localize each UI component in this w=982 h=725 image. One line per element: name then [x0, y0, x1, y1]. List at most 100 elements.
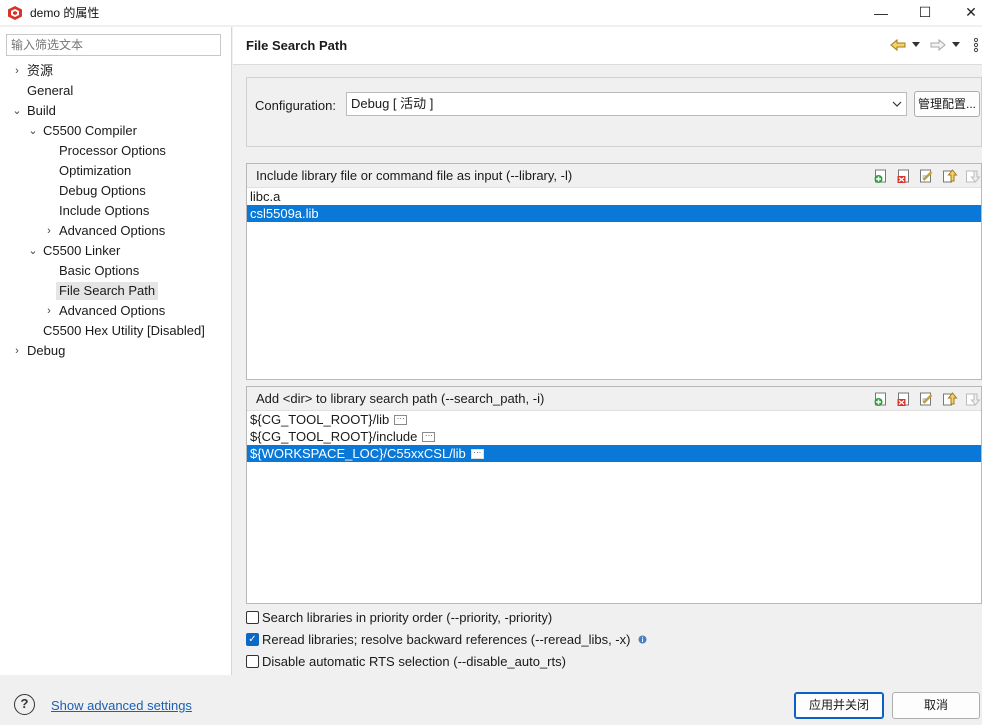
reread-option[interactable]: ✓ Reread libraries; resolve backward ref…	[246, 632, 647, 647]
forward-arrow-icon[interactable]	[930, 38, 946, 52]
chevron-right-icon[interactable]: ›	[42, 222, 56, 240]
move-up-icon[interactable]	[941, 391, 958, 407]
tree-item-label: Debug Options	[59, 183, 146, 198]
library-toolbar	[872, 168, 981, 184]
search-path-list-title: Add <dir> to library search path (--sear…	[256, 391, 545, 406]
move-down-icon[interactable]	[964, 168, 981, 184]
add-icon[interactable]	[872, 391, 889, 407]
tree-item-optimization[interactable]: Optimization	[59, 162, 131, 180]
library-list-title: Include library file or command file as …	[256, 168, 573, 183]
edit-icon[interactable]	[918, 391, 935, 407]
tree-item-label: Advanced Options	[59, 303, 166, 318]
rts-option[interactable]: Disable automatic RTS selection (--disab…	[246, 654, 566, 669]
configuration-select[interactable]: Debug [ 活动 ]	[346, 92, 907, 116]
configuration-value: Debug [ 活动 ]	[351, 96, 434, 111]
search-path-row[interactable]: ${CG_TOOL_ROOT}/include ···	[247, 428, 981, 445]
title-bar: demo 的属性 — ☐ ✕	[0, 0, 982, 25]
forward-dropdown-icon[interactable]	[952, 42, 960, 48]
configuration-group: Configuration: Debug [ 活动 ] 管理配置...	[246, 77, 982, 147]
priority-checkbox[interactable]	[246, 611, 259, 624]
library-row-selected[interactable]: csl5509a.lib	[247, 205, 981, 222]
search-path-row-selected[interactable]: ${WORKSPACE_LOC}/C55xxCSL/lib ···	[247, 445, 981, 462]
dialog-footer: ? Show advanced settings 应用并关闭 取消	[0, 676, 982, 725]
more-menu-icon[interactable]	[973, 37, 979, 53]
tree-item-compiler-advanced-options[interactable]: › Advanced Options	[42, 222, 165, 240]
search-path-row-text: ${CG_TOOL_ROOT}/lib	[250, 412, 390, 427]
tree-item-c5500-linker[interactable]: ⌄ C5500 Linker	[26, 242, 120, 260]
back-dropdown-icon[interactable]	[912, 42, 920, 48]
search-path-row-text: ${CG_TOOL_ROOT}/include	[250, 429, 418, 444]
tree-item-include-options[interactable]: Include Options	[59, 202, 149, 220]
page-header: File Search Path	[233, 27, 982, 65]
apply-and-close-button[interactable]: 应用并关闭	[794, 692, 884, 719]
delete-icon[interactable]	[895, 391, 912, 407]
chevron-down-icon[interactable]: ⌄	[26, 242, 40, 260]
cancel-button[interactable]: 取消	[892, 692, 980, 719]
library-row[interactable]: libc.a	[247, 188, 981, 205]
show-advanced-settings-link[interactable]: Show advanced settings	[51, 698, 192, 713]
rts-label: Disable automatic RTS selection (--disab…	[262, 654, 566, 669]
delete-icon[interactable]	[895, 168, 912, 184]
library-row-text: libc.a	[250, 189, 281, 204]
info-icon[interactable]	[638, 635, 647, 644]
close-button[interactable]: ✕	[948, 0, 982, 25]
tree-item-processor-options[interactable]: Processor Options	[59, 142, 166, 160]
tree-item-label: C5500 Linker	[43, 243, 121, 258]
chevron-down-icon	[892, 101, 902, 107]
tree-item-label: 资源	[27, 63, 54, 78]
content-panel: File Search Path Configuration: Debug [ …	[233, 27, 982, 675]
library-row-text: csl5509a.lib	[250, 206, 319, 221]
tree-item-debug[interactable]: › Debug	[10, 342, 65, 360]
reread-label: Reread libraries; resolve backward refer…	[262, 632, 631, 647]
priority-label: Search libraries in priority order (--pr…	[262, 610, 553, 625]
move-down-icon[interactable]	[964, 391, 981, 407]
search-path-row[interactable]: ${CG_TOOL_ROOT}/lib ···	[247, 411, 981, 428]
help-icon[interactable]: ?	[14, 694, 35, 715]
search-path-list-header: Add <dir> to library search path (--sear…	[247, 387, 981, 411]
tree-item-label: Processor Options	[59, 143, 166, 158]
minimize-button[interactable]: —	[858, 0, 904, 25]
chevron-right-icon[interactable]: ›	[10, 342, 24, 360]
app-icon	[8, 5, 22, 20]
library-list-panel: Include library file or command file as …	[246, 163, 982, 380]
ellipsis-icon[interactable]: ···	[422, 431, 436, 442]
priority-option[interactable]: Search libraries in priority order (--pr…	[246, 610, 552, 625]
tree-item-label: Optimization	[59, 163, 132, 178]
manage-configurations-button[interactable]: 管理配置...	[914, 91, 980, 117]
configuration-label: Configuration:	[255, 98, 336, 113]
tree-item-label: Basic Options	[59, 263, 140, 278]
tree-item-c5500-compiler[interactable]: ⌄ C5500 Compiler	[26, 122, 137, 140]
tree-item-hex-utility[interactable]: C5500 Hex Utility [Disabled]	[43, 322, 205, 340]
tree-item-label: Include Options	[59, 203, 150, 218]
tree-item-label: C5500 Compiler	[43, 123, 137, 138]
tree-item-general[interactable]: General	[27, 82, 73, 100]
tree-item-basic-options[interactable]: Basic Options	[59, 262, 139, 280]
rts-checkbox[interactable]	[246, 655, 259, 668]
tree-item-file-search-path[interactable]: File Search Path	[56, 282, 159, 300]
window-title: demo 的属性	[30, 6, 100, 20]
tree-item-label: C5500 Hex Utility [Disabled]	[43, 323, 205, 338]
chevron-right-icon[interactable]: ›	[10, 62, 24, 80]
tree-item-debug-options[interactable]: Debug Options	[59, 182, 146, 200]
sidebar: › 资源 General ⌄ Build ⌄ C5500 Compiler Pr…	[0, 27, 232, 675]
chevron-down-icon[interactable]: ⌄	[10, 102, 24, 120]
chevron-down-icon[interactable]: ⌄	[26, 122, 40, 140]
tree-item-resources[interactable]: › 资源	[10, 62, 53, 80]
tree-item-linker-advanced-options[interactable]: › Advanced Options	[42, 302, 165, 320]
ellipsis-icon[interactable]: ···	[470, 448, 484, 459]
ellipsis-icon[interactable]: ···	[394, 414, 408, 425]
library-list-header: Include library file or command file as …	[247, 164, 981, 188]
page-title: File Search Path	[246, 38, 348, 53]
back-arrow-icon[interactable]	[890, 38, 906, 52]
maximize-button[interactable]: ☐	[902, 0, 948, 25]
edit-icon[interactable]	[918, 168, 935, 184]
filter-input[interactable]	[6, 34, 221, 56]
move-up-icon[interactable]	[941, 168, 958, 184]
add-icon[interactable]	[872, 168, 889, 184]
reread-checkbox[interactable]: ✓	[246, 633, 259, 646]
tree-item-build[interactable]: ⌄ Build	[10, 102, 56, 120]
tree-item-label: Debug	[27, 343, 66, 358]
chevron-right-icon[interactable]: ›	[42, 302, 56, 320]
tree-item-label: Build	[27, 103, 56, 118]
tree-item-label: General	[27, 83, 74, 98]
